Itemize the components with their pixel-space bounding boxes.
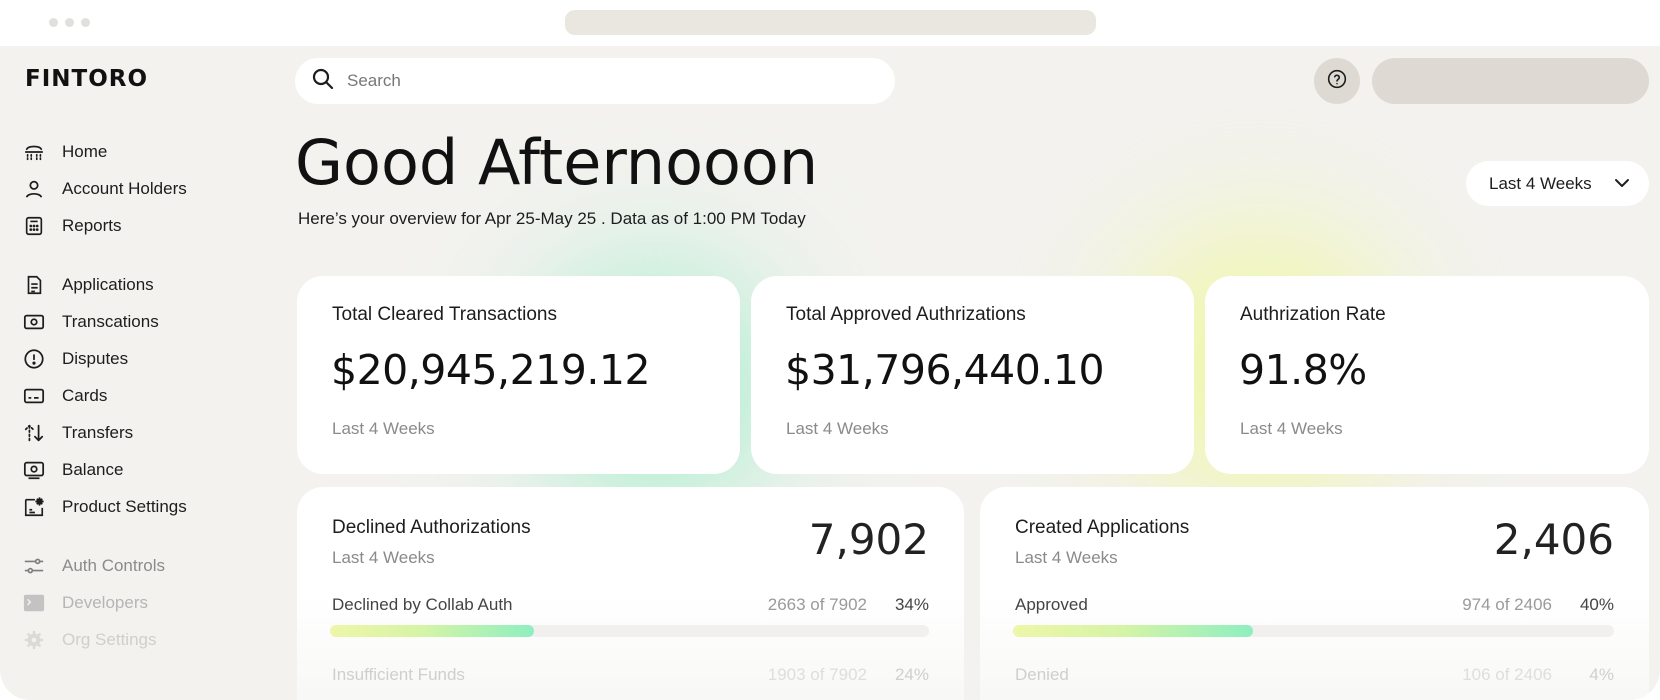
card-title: Created Applications <box>1015 517 1190 538</box>
product-settings-icon <box>22 495 46 519</box>
sidebar-item-disputes[interactable]: Disputes <box>22 346 128 372</box>
stat-title: Total Approved Authrizations <box>786 304 1026 325</box>
sidebar-item-reports[interactable]: Reports <box>22 213 122 239</box>
card-period: Last 4 Weeks <box>1015 548 1118 567</box>
app-main: FINTORO Home Account Holders Reports App… <box>0 46 1660 700</box>
window-dot[interactable] <box>49 18 58 27</box>
stat-value: $20,945,219.12 <box>331 346 651 394</box>
progress-fill <box>1013 625 1254 637</box>
row-percent: 40% <box>1579 595 1614 614</box>
sidebar-item-label: Disputes <box>62 349 129 368</box>
sidebar-item-label: Org Settings <box>62 630 157 649</box>
window-dot[interactable] <box>65 18 74 27</box>
sidebar-item-transactions[interactable]: Transcations <box>22 309 159 335</box>
stat-title: Total Cleared Transactions <box>332 304 557 325</box>
browser-titlebar <box>0 0 1660 46</box>
declined-authorizations-card[interactable]: Declined Authorizations Last 4 Weeks 7,9… <box>297 487 964 700</box>
search-bar[interactable] <box>295 58 895 104</box>
document-icon <box>22 273 46 297</box>
user-icon <box>22 177 46 201</box>
card-total: 7,902 <box>808 515 929 564</box>
brand-logo: FINTORO <box>25 66 149 92</box>
chevron-down-icon <box>1613 174 1631 197</box>
terminal-icon <box>22 591 46 615</box>
card-icon <box>22 384 46 408</box>
sidebar-item-label: Home <box>62 142 108 161</box>
stat-period: Last 4 Weeks <box>786 419 889 438</box>
sidebar-item-cards[interactable]: Cards <box>22 383 107 409</box>
sidebar-item-label: Transfers <box>62 423 134 442</box>
sidebar-item-product-settings[interactable]: Product Settings <box>22 494 187 520</box>
stat-value: $31,796,440.10 <box>785 346 1105 394</box>
stat-card-approved-authorizations[interactable]: Total Approved Authrizations $31,796,440… <box>751 276 1194 474</box>
created-applications-card[interactable]: Created Applications Last 4 Weeks 2,406 … <box>980 487 1649 700</box>
sidebar-item-label: Cards <box>62 386 108 405</box>
stat-card-authorization-rate[interactable]: Authrization Rate 91.8% Last 4 Weeks <box>1205 276 1649 474</box>
card-title: Declined Authorizations <box>332 517 531 538</box>
stat-period: Last 4 Weeks <box>332 419 435 438</box>
row-count: 106 of 2406 <box>1462 665 1552 684</box>
row-count: 2663 of 7902 <box>767 595 867 614</box>
address-bar[interactable] <box>565 10 1096 35</box>
date-range-dropdown[interactable]: Last 4 Weeks <box>1466 161 1649 206</box>
sidebar-item-label: Applications <box>62 275 154 294</box>
sidebar-item-label: Auth Controls <box>62 556 165 575</box>
window-dot[interactable] <box>81 18 90 27</box>
sidebar-item-applications[interactable]: Applications <box>22 272 154 298</box>
progress-track <box>1013 625 1614 637</box>
row-percent: 34% <box>894 595 929 614</box>
stat-title: Authrization Rate <box>1240 304 1386 325</box>
progress-fill <box>330 625 534 637</box>
window-controls <box>49 18 90 27</box>
row-label: Denied <box>1015 665 1069 684</box>
transfer-arrows-icon <box>22 421 46 445</box>
row-percent: 4% <box>1589 665 1614 684</box>
card-period: Last 4 Weeks <box>332 548 435 567</box>
sidebar-item-account-holders[interactable]: Account Holders <box>22 176 187 202</box>
balance-icon <box>22 458 46 482</box>
profile-menu[interactable] <box>1372 58 1649 104</box>
gear-icon <box>22 628 46 652</box>
sidebar-item-label: Developers <box>62 593 148 612</box>
help-button[interactable] <box>1314 58 1360 104</box>
search-icon <box>311 67 335 96</box>
sidebar-item-label: Balance <box>62 460 124 479</box>
sidebar-item-org-settings[interactable]: Org Settings <box>22 627 157 653</box>
overview-subtitle: Here’s your overview for Apr 25-May 25 .… <box>298 209 806 228</box>
sidebar-item-auth-controls[interactable]: Auth Controls <box>22 553 165 579</box>
row-label: Insufficient Funds <box>332 665 465 684</box>
progress-track <box>330 625 929 637</box>
browser-window: FINTORO Home Account Holders Reports App… <box>0 0 1660 700</box>
stat-card-cleared-transactions[interactable]: Total Cleared Transactions $20,945,219.1… <box>297 276 740 474</box>
sidebar-item-label: Transcations <box>62 312 159 331</box>
home-icon <box>22 140 46 164</box>
row-label: Declined by Collab Auth <box>332 595 513 614</box>
alert-circle-icon <box>22 347 46 371</box>
date-range-label: Last 4 Weeks <box>1489 173 1592 193</box>
sidebar-item-label: Account Holders <box>62 179 187 198</box>
calculator-icon <box>22 214 46 238</box>
sidebar-item-developers[interactable]: Developers <box>22 590 148 616</box>
row-label: Approved <box>1015 595 1088 614</box>
row-count: 974 of 2406 <box>1462 595 1552 614</box>
question-circle-icon <box>1327 69 1347 94</box>
sidebar-item-home[interactable]: Home <box>22 139 107 165</box>
sliders-icon <box>22 554 46 578</box>
sidebar-item-label: Reports <box>62 216 122 235</box>
search-input[interactable] <box>347 71 847 91</box>
banknote-icon <box>22 310 46 334</box>
sidebar-item-transfers[interactable]: Transfers <box>22 420 133 446</box>
stat-period: Last 4 Weeks <box>1240 419 1343 438</box>
page-title: Good Afternooon <box>295 126 819 199</box>
card-total: 2,406 <box>1493 515 1614 564</box>
stat-value: 91.8% <box>1239 346 1367 394</box>
row-percent: 24% <box>894 665 929 684</box>
sidebar-item-balance[interactable]: Balance <box>22 457 123 483</box>
sidebar-item-label: Product Settings <box>62 497 187 516</box>
row-count: 1903 of 7902 <box>767 665 867 684</box>
